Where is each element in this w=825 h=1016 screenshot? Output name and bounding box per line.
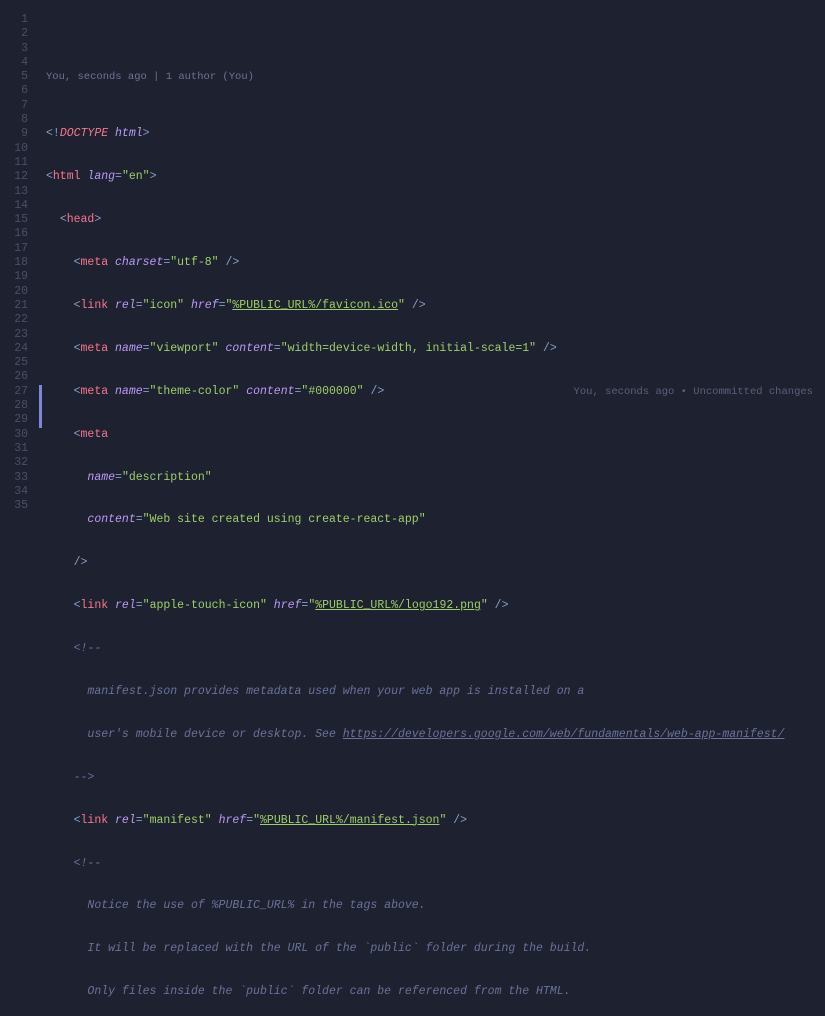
line-number: 20 — [0, 285, 38, 299]
line-number: 22 — [0, 313, 38, 327]
code-line[interactable]: name="description" — [38, 471, 825, 485]
code-line[interactable]: <link rel="icon" href="%PUBLIC_URL%/favi… — [38, 299, 825, 313]
code-line[interactable]: /> — [38, 556, 825, 570]
line-number: 9 — [0, 127, 38, 141]
code-lens[interactable]: You, seconds ago | 1 author (You) — [38, 71, 825, 84]
code-line[interactable]: content="Web site created using create-r… — [38, 513, 825, 527]
code-line[interactable]: <meta name="theme-color" content="#00000… — [38, 385, 825, 399]
code-line[interactable]: <meta — [38, 428, 825, 442]
line-number: 25 — [0, 356, 38, 370]
code-line[interactable]: <meta name="viewport" content="width=dev… — [38, 342, 825, 356]
line-number: 17 — [0, 242, 38, 256]
line-number: 14 — [0, 199, 38, 213]
code-line[interactable]: Notice the use of %PUBLIC_URL% in the ta… — [38, 899, 825, 913]
line-number: 32 — [0, 456, 38, 470]
code-line[interactable]: manifest.json provides metadata used whe… — [38, 685, 825, 699]
line-number: 2 — [0, 27, 38, 41]
line-number: 5 — [0, 70, 38, 84]
line-number: 15 — [0, 213, 38, 227]
code-line[interactable]: <html lang="en"> — [38, 170, 825, 184]
line-number: 34 — [0, 485, 38, 499]
line-number: 19 — [0, 270, 38, 284]
code-line[interactable]: <link rel="apple-touch-icon" href="%PUBL… — [38, 599, 825, 613]
line-number: 27 — [0, 385, 38, 399]
line-number: 21 — [0, 299, 38, 313]
line-number: 4 — [0, 56, 38, 70]
line-number: 8 — [0, 113, 38, 127]
line-number: 30 — [0, 428, 38, 442]
code-line[interactable]: <head> — [38, 213, 825, 227]
editor-pane[interactable]: 1 2 3 4 5 6 7 8 9 10 11 12 13 14 15 16 1… — [0, 0, 825, 508]
line-number-gutter: 1 2 3 4 5 6 7 8 9 10 11 12 13 14 15 16 1… — [0, 0, 38, 508]
code-line[interactable]: <link rel="manifest" href="%PUBLIC_URL%/… — [38, 814, 825, 828]
line-number: 26 — [0, 370, 38, 384]
line-number: 10 — [0, 142, 38, 156]
line-number: 35 — [0, 499, 38, 513]
code-line[interactable]: It will be replaced with the URL of the … — [38, 942, 825, 956]
line-number: 31 — [0, 442, 38, 456]
code-line[interactable]: user's mobile device or desktop. See htt… — [38, 728, 825, 742]
line-number: 24 — [0, 342, 38, 356]
line-number: 6 — [0, 84, 38, 98]
code-line[interactable]: <meta charset="utf-8" /> — [38, 256, 825, 270]
code-line[interactable]: Only files inside the `public` folder ca… — [38, 985, 825, 999]
line-number: 28 — [0, 399, 38, 413]
code-line[interactable]: <!-- — [38, 857, 825, 871]
line-number: 33 — [0, 471, 38, 485]
line-number: 16 — [0, 227, 38, 241]
code-area[interactable]: You, seconds ago • Uncommitted changes Y… — [38, 0, 825, 508]
line-number: 3 — [0, 42, 38, 56]
line-number: 18 — [0, 256, 38, 270]
line-number: 11 — [0, 156, 38, 170]
code-line[interactable]: <!-- — [38, 642, 825, 656]
line-number: 23 — [0, 328, 38, 342]
line-number: 7 — [0, 99, 38, 113]
line-number: 1 — [0, 13, 38, 27]
code-line[interactable]: --> — [38, 771, 825, 785]
line-number: 29 — [0, 413, 38, 427]
line-number: 12 — [0, 170, 38, 184]
line-number: 13 — [0, 185, 38, 199]
code-line[interactable]: <!DOCTYPE html> — [38, 127, 825, 141]
